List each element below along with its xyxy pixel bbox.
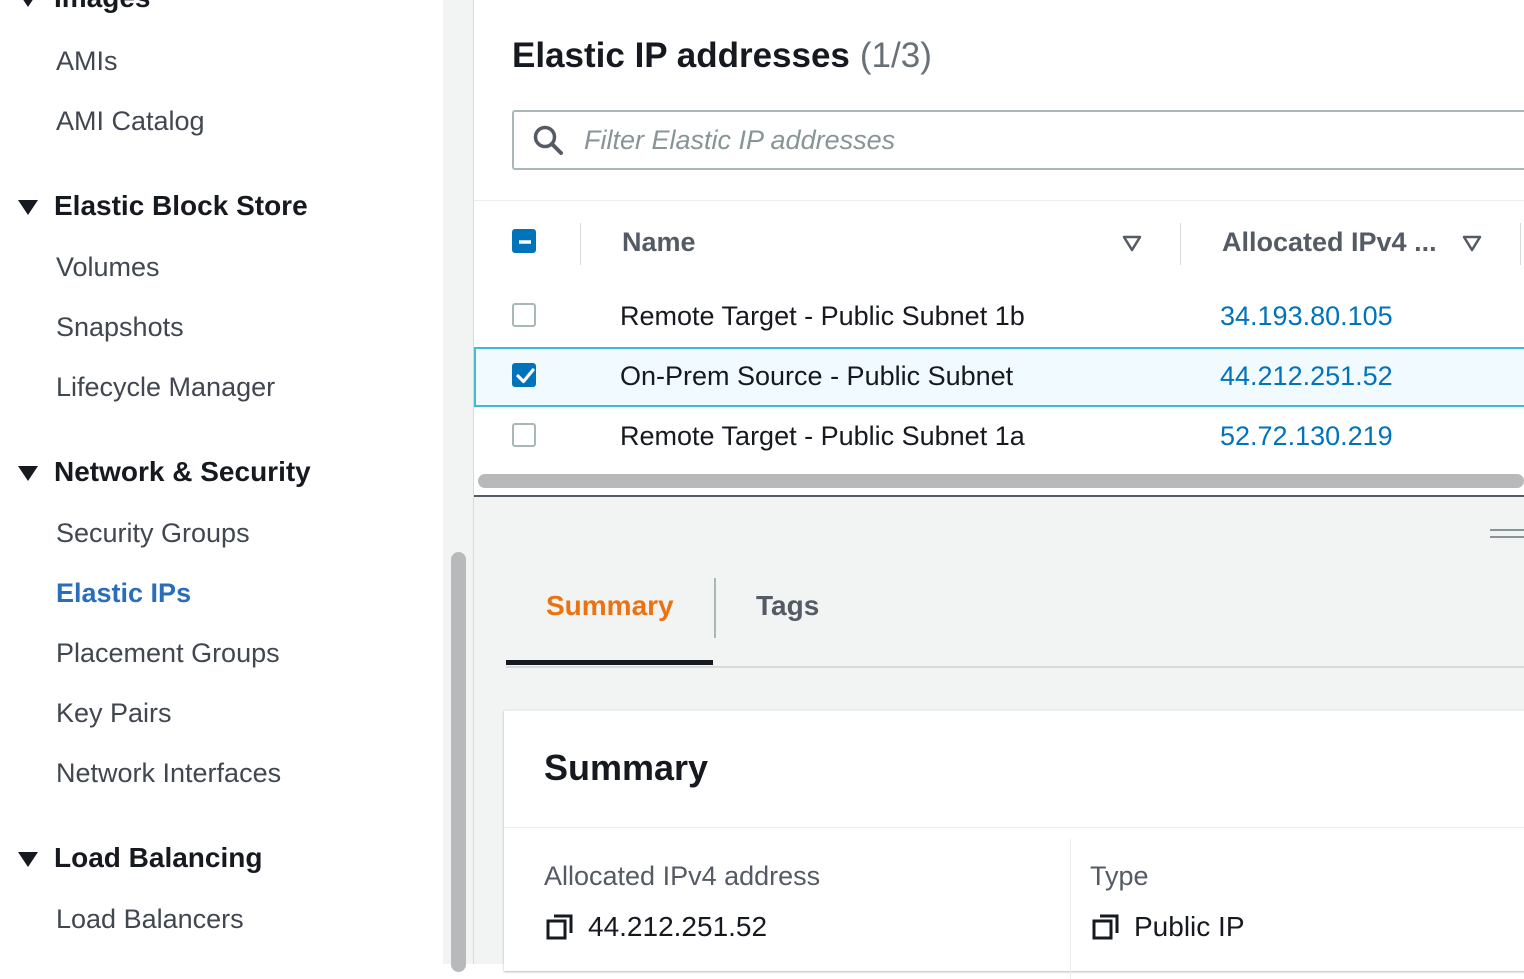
column-header-allocated-ipv4[interactable]: Allocated IPv4 ...: [1222, 227, 1437, 258]
main-content: Elastic IP addresses(1/3) Name Allocated…: [474, 0, 1524, 979]
sidebar-item-lifecycle-manager[interactable]: Lifecycle Manager: [56, 372, 275, 403]
active-tab-underline: [506, 660, 713, 665]
column-separator[interactable]: [1520, 223, 1521, 265]
detail-tabs: Summary Tags: [506, 578, 1524, 668]
selection-count: (1/3): [859, 36, 932, 75]
row-checkbox[interactable]: [512, 303, 536, 327]
elastic-ip-list-panel: Elastic IP addresses(1/3) Name Allocated…: [474, 0, 1524, 497]
caret-down-icon: [18, 465, 38, 481]
field-value-type: Public IP: [1092, 911, 1245, 943]
column-header-name[interactable]: Name: [622, 227, 696, 258]
sidebar-item-ami-catalog[interactable]: AMI Catalog: [56, 106, 205, 137]
checkmark-icon: [516, 368, 535, 384]
search-input[interactable]: [582, 120, 1486, 160]
divider: [504, 827, 1524, 828]
copy-icon[interactable]: [1092, 913, 1120, 941]
sidebar-section-elastic-block-store[interactable]: Elastic Block Store: [18, 190, 308, 222]
summary-card: Summary Allocated IPv4 address 44.212.25…: [504, 710, 1524, 979]
table-row[interactable]: Remote Target - Public Subnet 1b 34.193.…: [474, 287, 1524, 347]
sidebar-item-snapshots[interactable]: Snapshots: [56, 312, 184, 343]
row-ip-link[interactable]: 52.72.130.219: [1220, 421, 1393, 452]
field-label-allocated-ipv4: Allocated IPv4 address: [544, 861, 821, 891]
caret-down-icon: [18, 0, 38, 7]
horizontal-scrollbar[interactable]: [478, 474, 1524, 488]
caret-down-icon: [18, 851, 38, 867]
table-row-selected[interactable]: On-Prem Source - Public Subnet 44.212.25…: [474, 347, 1524, 407]
caret-down-icon: [18, 199, 38, 215]
table-header: Name Allocated IPv4 ...: [474, 200, 1524, 288]
sidebar-section-images[interactable]: Images: [18, 0, 151, 14]
search-box[interactable]: [512, 110, 1524, 170]
sidebar-item-volumes[interactable]: Volumes: [56, 252, 160, 283]
copy-icon[interactable]: [546, 913, 574, 941]
row-checkbox[interactable]: [512, 363, 536, 387]
sidebar-section-label: Elastic Block Store: [54, 190, 308, 221]
sidebar-item-key-pairs[interactable]: Key Pairs: [56, 698, 172, 729]
sidebar-section-label: Load Balancing: [54, 842, 263, 873]
tab-divider: [714, 578, 716, 638]
field-value-allocated-ipv4: 44.212.251.52: [546, 911, 767, 943]
indeterminate-icon: [519, 240, 531, 244]
table-row[interactable]: Remote Target - Public Subnet 1a 52.72.1…: [474, 407, 1524, 467]
sidebar-item-security-groups[interactable]: Security Groups: [56, 518, 250, 549]
row-ip-link[interactable]: 44.212.251.52: [1220, 361, 1393, 392]
sidebar-section-label: Network & Security: [54, 456, 311, 487]
tab-summary[interactable]: Summary: [546, 590, 674, 622]
row-name: Remote Target - Public Subnet 1b: [620, 301, 1025, 331]
page-title: Elastic IP addresses (1/3): [512, 36, 932, 76]
sort-filter-icon[interactable]: [1122, 235, 1142, 253]
sidebar: Images AMIs AMI Catalog Elastic Block St…: [0, 0, 444, 964]
field-value-text: 44.212.251.52: [588, 911, 768, 942]
summary-title: Summary: [544, 747, 709, 788]
sort-filter-icon[interactable]: [1462, 235, 1482, 253]
row-ip-link[interactable]: 34.193.80.105: [1220, 301, 1393, 332]
page-title-text: Elastic IP addresses: [512, 36, 850, 75]
sidebar-item-network-interfaces[interactable]: Network Interfaces: [56, 758, 281, 789]
row-name: On-Prem Source - Public Subnet: [620, 361, 1014, 391]
row-name: Remote Target - Public Subnet 1a: [620, 421, 1025, 451]
sidebar-section-load-balancing[interactable]: Load Balancing: [18, 842, 262, 874]
split-resize-handle-icon[interactable]: [1490, 528, 1524, 540]
tab-tags[interactable]: Tags: [756, 590, 819, 622]
sidebar-item-placement-groups[interactable]: Placement Groups: [56, 638, 280, 669]
field-label-type: Type: [1090, 861, 1149, 891]
sidebar-item-load-balancers[interactable]: Load Balancers: [56, 904, 244, 935]
column-separator[interactable]: [1180, 223, 1181, 265]
sidebar-item-amis[interactable]: AMIs: [56, 46, 118, 77]
column-separator: [580, 223, 581, 265]
column-divider: [1070, 839, 1071, 979]
search-icon: [533, 125, 563, 155]
sidebar-section-network-security[interactable]: Network & Security: [18, 456, 311, 488]
field-value-text: Public IP: [1134, 911, 1245, 942]
sidebar-scrollbar-thumb[interactable]: [451, 552, 466, 972]
select-all-checkbox[interactable]: [512, 229, 536, 253]
sidebar-item-elastic-ips[interactable]: Elastic IPs: [56, 578, 191, 609]
row-checkbox[interactable]: [512, 423, 536, 447]
sidebar-section-label: Images: [54, 0, 151, 14]
